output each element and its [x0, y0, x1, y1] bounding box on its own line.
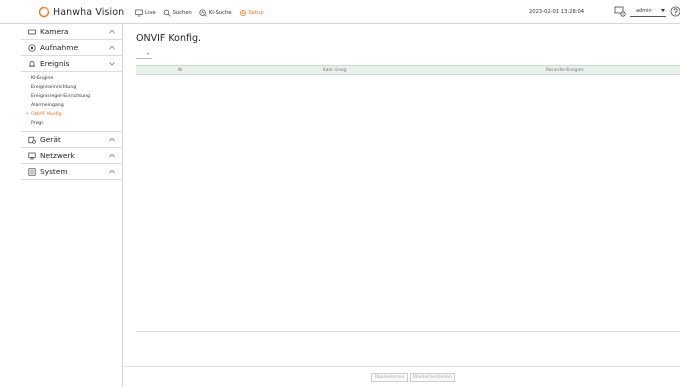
nav-live[interactable]: Live: [135, 9, 156, 17]
brand-name: Hanwha Vision: [53, 6, 125, 18]
ai-search-icon: [199, 8, 207, 17]
chevron-down-icon: ▾: [147, 52, 149, 56]
sidebar-menu-geraet[interactable]: Gerät: [21, 132, 122, 148]
nav-ai-search-label: KI-Suche: [208, 9, 232, 16]
search-icon: [163, 9, 171, 17]
device-icon: [28, 136, 36, 144]
datetime-display: 2023-02-01 13:28:04: [529, 9, 585, 15]
nav-search[interactable]: Suchen: [163, 9, 192, 17]
chevron-up-icon: [109, 45, 115, 50]
column-header-recorder-event[interactable]: Recorder-Ereignis: [546, 68, 584, 73]
user-name: admin: [636, 8, 652, 14]
reset-button[interactable]: Wiederherstellen: [410, 373, 455, 382]
app-window: Hanwha Vision Live Suchen KI-Suche Setup…: [0, 0, 680, 387]
footer-divider: [123, 366, 680, 367]
bell-icon: [29, 60, 35, 67]
sidebar-item-onvif-konfig[interactable]: > ONVIF Konfig.: [21, 110, 122, 119]
sidebar-item-alarmeingang[interactable]: Alarmeingang: [21, 101, 122, 110]
column-header-nr[interactable]: Nr: [178, 68, 183, 73]
device-status-icon[interactable]: [614, 6, 626, 17]
active-marker: >: [25, 112, 29, 117]
main-content: ONVIF Konfig. ▾ Nr Kam. Ereig. Recorder-…: [123, 24, 680, 387]
top-navigation: Live Suchen KI-Suche Setup: [135, 7, 264, 18]
sidebar-item-label: Ereignisregel-Einrichtung: [31, 94, 90, 99]
chevron-up-icon: [109, 169, 115, 174]
sidebar-menu-label: Netzwerk: [40, 151, 75, 160]
sidebar: Kamera Aufnahme Ereignis KI-Engine Ereig…: [21, 24, 123, 387]
sidebar-item-progr[interactable]: Progr.: [21, 119, 122, 128]
sidebar-menu-label: System: [40, 167, 68, 176]
sidebar-menu-label: Aufnahme: [40, 43, 78, 52]
sidebar-menu-label: Ereignis: [40, 59, 70, 68]
sidebar-menu-label: Gerät: [40, 135, 61, 144]
sidebar-menu-system[interactable]: System: [21, 164, 122, 180]
nav-search-label: Suchen: [172, 9, 192, 16]
monitor-icon: [135, 9, 143, 16]
nav-setup[interactable]: Setup: [239, 9, 264, 17]
camera-icon: [28, 29, 36, 34]
sidebar-menu-kamera[interactable]: Kamera: [21, 24, 122, 40]
chevron-down-icon: [661, 9, 665, 12]
table-header: Nr Kam. Ereig. Recorder-Ereignis: [136, 65, 680, 75]
help-icon[interactable]: [670, 6, 680, 17]
page-size-select[interactable]: ▾: [136, 52, 152, 59]
nav-setup-label: Setup: [248, 9, 264, 16]
record-icon: [28, 43, 36, 52]
sidebar-item-label: KI-Engine: [31, 76, 54, 81]
sidebar-item-ereignisregel[interactable]: Ereignisregel-Einrichtung: [21, 92, 122, 101]
gear-icon: [239, 9, 246, 16]
sidebar-submenu-ereignis: KI-Engine Ereigniseinrichtung Ereignisre…: [21, 72, 122, 132]
top-bar: Hanwha Vision Live Suchen KI-Suche Setup…: [0, 0, 680, 24]
hanwha-logo-icon: [38, 6, 50, 18]
chevron-down-icon: [109, 62, 115, 66]
sidebar-item-ereigniseinrichtung[interactable]: Ereigniseinrichtung: [21, 83, 122, 92]
system-icon: [28, 167, 36, 176]
apply-button[interactable]: Übernehmen: [371, 373, 408, 382]
nav-ai-search[interactable]: KI-Suche: [199, 8, 232, 17]
chevron-up-icon: [109, 29, 115, 34]
sidebar-item-label: Alarmeingang: [31, 103, 64, 108]
brand-logo[interactable]: Hanwha Vision: [38, 5, 124, 19]
sidebar-item-ki-engine[interactable]: KI-Engine: [21, 74, 122, 83]
table-bottom-divider: [136, 331, 680, 332]
user-dropdown[interactable]: admin: [630, 8, 666, 17]
chevron-up-icon: [109, 137, 115, 142]
sidebar-menu-aufnahme[interactable]: Aufnahme: [21, 40, 122, 56]
sidebar-menu-netzwerk[interactable]: Netzwerk: [21, 148, 122, 164]
chevron-up-icon: [109, 153, 115, 158]
network-icon: [28, 152, 36, 159]
sidebar-item-label: ONVIF Konfig.: [31, 112, 64, 117]
sidebar-menu-ereignis[interactable]: Ereignis: [21, 56, 122, 72]
sidebar-menu-label: Kamera: [40, 27, 69, 36]
page-title: ONVIF Konfig.: [136, 33, 201, 44]
sidebar-item-label: Progr.: [31, 121, 45, 126]
column-header-camera-event[interactable]: Kam. Ereig.: [323, 68, 348, 73]
sidebar-item-label: Ereigniseinrichtung: [31, 85, 77, 90]
nav-live-label: Live: [145, 9, 156, 16]
